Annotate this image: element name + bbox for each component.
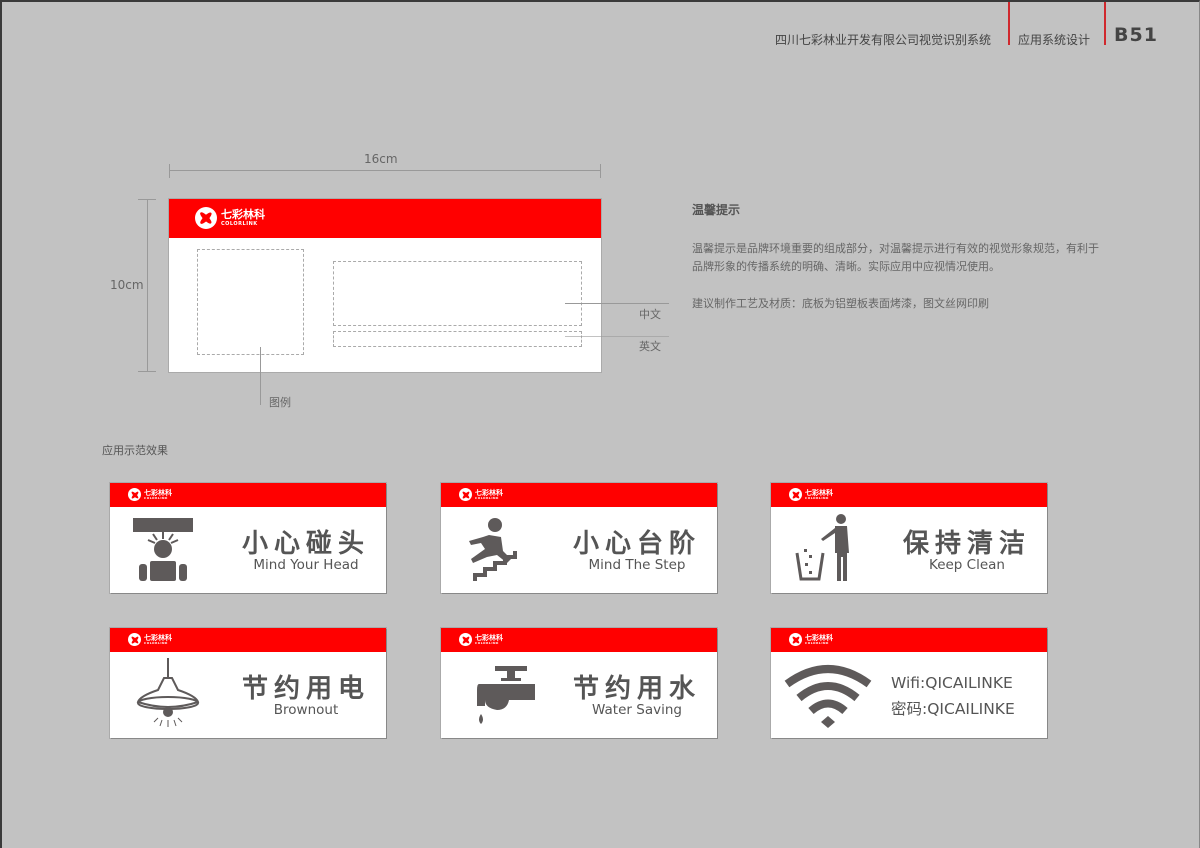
flower-logo-icon (128, 633, 141, 646)
sign-red-bar: 七彩林科 COLORLINK (110, 483, 386, 507)
legend-callout-line (260, 347, 261, 405)
sign-chinese-text: 小心台阶 (572, 529, 701, 559)
sign-mind-the-step: 七彩林科 COLORLINK 小心台阶 Mind The Step (441, 483, 717, 593)
logo-text-en: COLORLINK (144, 641, 168, 645)
sign-wifi: 七彩林科 COLORLINK Wifi:QICAILINKE 密码:QICAIL… (771, 628, 1047, 738)
chinese-text-placeholder (333, 261, 582, 326)
brand-logo: 七彩林科 COLORLINK (459, 488, 503, 501)
water-tap-icon (477, 666, 535, 724)
material-note: 建议制作工艺及材质：底板为铝塑板表面烤漆，图文丝网印刷 (692, 297, 989, 310)
legend-callout-label: 图例 (269, 396, 291, 409)
sign-chinese-text: 保持清洁 (902, 529, 1031, 559)
flower-logo-icon (789, 633, 802, 646)
pendant-lamp-icon (136, 658, 200, 727)
sign-red-bar: 七彩林科 COLORLINK (110, 628, 386, 652)
wifi-password-text: 密码:QICAILINKE (891, 700, 1015, 718)
description-title: 温馨提示 (692, 203, 741, 217)
brand-logo: 七彩林科 COLORLINK (459, 633, 503, 646)
flower-logo-icon (128, 488, 141, 501)
mind-head-icon (133, 518, 193, 581)
header-section-title: 应用系统设计 (1018, 33, 1091, 47)
english-text-placeholder (333, 331, 582, 347)
flower-logo-icon (459, 488, 472, 501)
logo-text-en: COLORLINK (805, 641, 829, 645)
english-callout-label: 英文 (639, 340, 661, 353)
sign-english-text: Keep Clean (929, 557, 1005, 573)
width-dimension-tick (169, 164, 170, 178)
logo-text-en: COLORLINK (805, 496, 829, 500)
logo-text-cn: 七彩林科 (144, 633, 172, 642)
width-dimension-tick (600, 164, 601, 178)
logo-text-cn: 七彩林科 (805, 488, 833, 497)
sign-english-text: Mind Your Head (253, 557, 359, 573)
height-dimension-tick (138, 371, 156, 372)
icon-area-placeholder (197, 249, 304, 355)
logo-text-cn: 七彩林科 (475, 633, 503, 642)
width-dimension-line (169, 170, 601, 171)
brand-logo: 七彩林科 COLORLINK (789, 633, 833, 646)
chinese-callout-label: 中文 (639, 308, 661, 321)
flower-logo-icon (459, 633, 472, 646)
flower-logo-icon (195, 207, 217, 229)
height-label: 10cm (110, 278, 144, 292)
description-body: 温馨提示是品牌环境重要的组成部分，对温馨提示进行有效的视觉形象规范，有利于品牌形… (692, 242, 1099, 273)
logo-text-cn: 七彩林科 (805, 633, 833, 642)
brand-logo: 七彩林科 COLORLINK (195, 207, 265, 229)
sign-english-text: Mind The Step (588, 557, 686, 573)
sign-chinese-text: 节约用电 (241, 674, 370, 704)
trash-bin-icon (795, 514, 849, 581)
page-number: B51 (1114, 24, 1158, 46)
sign-red-bar: 七彩林科 COLORLINK (441, 628, 717, 652)
chinese-callout-line (565, 303, 669, 304)
spec-sign-template: 七彩林科 COLORLINK (169, 199, 601, 372)
brand-logo: 七彩林科 COLORLINK (128, 633, 172, 646)
examples-heading: 应用示范效果 (102, 444, 168, 457)
english-callout-line (565, 336, 669, 337)
spec-sign-red-bar: 七彩林科 COLORLINK (169, 199, 601, 238)
logo-text-cn: 七彩林科 (221, 208, 265, 221)
logo-text-en: COLORLINK (475, 496, 499, 500)
width-label: 16cm (364, 152, 398, 166)
sign-chinese-text: 节约用水 (572, 674, 701, 704)
sign-mind-your-head: 七彩林科 COLORLINK 小心碰头 Mind Your Head (110, 483, 386, 593)
brand-logo: 七彩林科 COLORLINK (789, 488, 833, 501)
sign-water-saving: 七彩林科 COLORLINK 节约用水 Water Saving (441, 628, 717, 738)
wifi-name-text: Wifi:QICAILINKE (891, 674, 1013, 692)
sign-red-bar: 七彩林科 COLORLINK (771, 483, 1047, 507)
sign-brownout: 七彩林科 COLORLINK 节约用电 Brownout (110, 628, 386, 738)
sign-keep-clean: 七彩林科 COLORLINK 保持清洁 Keep Clean (771, 483, 1047, 593)
logo-text-en: COLORLINK (475, 641, 499, 645)
logo-text-cn: 七彩林科 (475, 488, 503, 497)
brand-logo: 七彩林科 COLORLINK (128, 488, 172, 501)
sign-chinese-text: 小心碰头 (241, 529, 370, 559)
sign-red-bar: 七彩林科 COLORLINK (441, 483, 717, 507)
header-divider (1104, 2, 1106, 45)
wifi-icon (784, 665, 872, 728)
logo-text-en: COLORLINK (221, 221, 258, 227)
slip-stairs-icon (469, 518, 517, 581)
sign-english-text: Water Saving (592, 702, 682, 718)
header-divider (1008, 2, 1010, 45)
height-dimension-tick (138, 199, 156, 200)
logo-text-cn: 七彩林科 (144, 488, 172, 497)
flower-logo-icon (789, 488, 802, 501)
logo-text-en: COLORLINK (144, 496, 168, 500)
header-company-name: 四川七彩林业开发有限公司视觉识别系统 (775, 33, 992, 47)
sign-english-text: Brownout (273, 702, 339, 718)
sign-red-bar: 七彩林科 COLORLINK (771, 628, 1047, 652)
height-dimension-line (147, 199, 148, 372)
